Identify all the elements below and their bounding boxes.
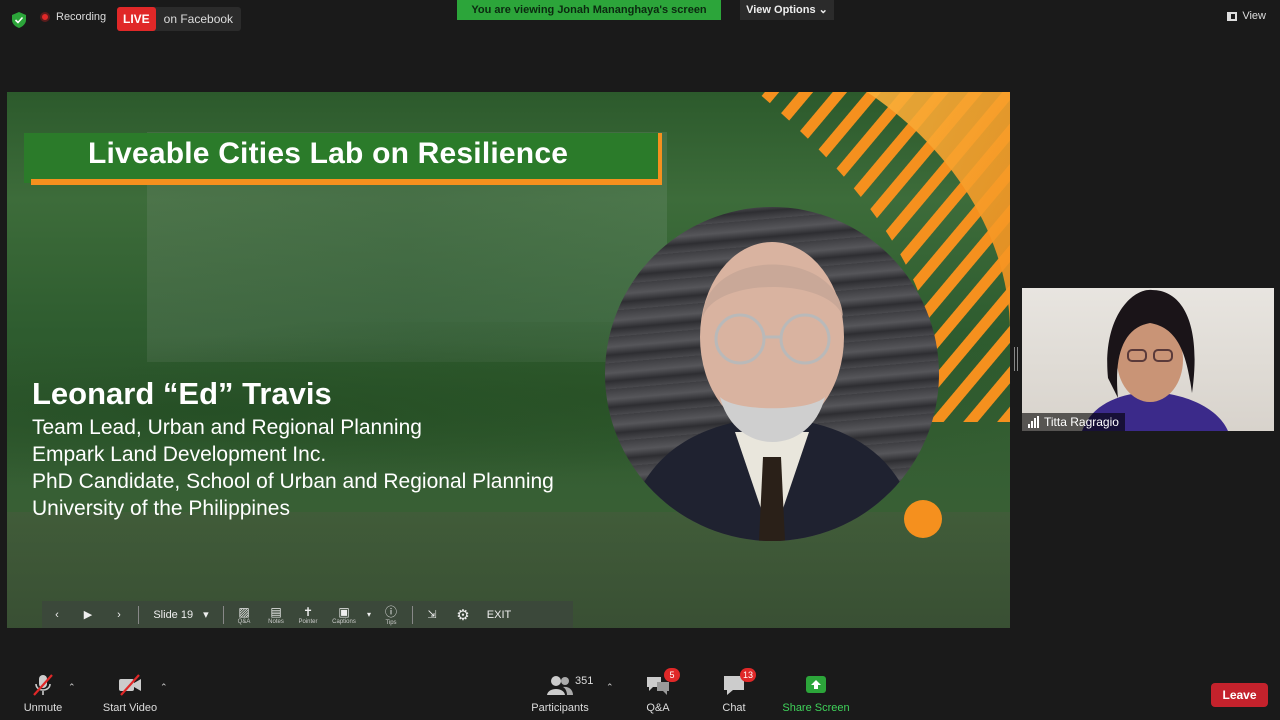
pointer-tool-button[interactable]: ✝ Pointer	[292, 605, 324, 625]
notes-tool-button[interactable]: ▤ Notes	[260, 605, 292, 625]
view-label: View	[1242, 10, 1266, 22]
participant-video-thumbnail[interactable]: Titta Ragragio	[1022, 288, 1274, 431]
start-video-label: Start Video	[102, 702, 158, 714]
slide-title: Liveable Cities Lab on Resilience	[88, 137, 569, 170]
toolbar-divider	[138, 605, 139, 624]
chevron-down-icon: ▾	[203, 609, 209, 621]
signal-strength-icon	[1028, 416, 1039, 428]
qa-icon: 5	[645, 668, 680, 697]
participants-count: 351	[575, 675, 594, 687]
top-bar: Recording LIVE on Facebook You are viewi…	[0, 0, 1280, 40]
pointer-tool-label: Pointer	[298, 618, 318, 625]
captions-tool-button[interactable]: ▣ Captions	[324, 605, 364, 625]
slideshow-toolbar: ‹ ▶ › Slide 19 ▾ ▨ Q&A ▤ Notes ✝ Pointer…	[42, 601, 573, 628]
notes-icon: ▤	[270, 604, 282, 619]
gallery-view-icon	[1227, 11, 1238, 21]
speaker-title: Team Lead, Urban and Regional Planning	[32, 416, 422, 439]
participants-options-chevron-icon[interactable]: ⌃	[606, 682, 614, 693]
gear-icon[interactable]: ⚙	[447, 601, 479, 628]
participant-name: Titta Ragragio	[1044, 415, 1119, 429]
share-screen-label: Share Screen	[782, 702, 850, 714]
viewing-screen-banner: You are viewing Jonah Mananghaya's scree…	[457, 0, 721, 20]
share-screen-icon	[806, 676, 826, 693]
chat-badge: 13	[739, 668, 756, 682]
collapse-icon[interactable]: ⇲	[417, 601, 447, 628]
qa-tool-button[interactable]: ▨ Q&A	[228, 605, 260, 625]
slide-selector-label: Slide 19	[153, 608, 194, 621]
slide-selector[interactable]: Slide 19 ▾	[143, 601, 219, 628]
security-shield-icon[interactable]	[12, 12, 26, 28]
next-slide-button[interactable]: ›	[104, 601, 134, 628]
video-off-icon	[119, 674, 141, 696]
participant-name-tag: Titta Ragragio	[1022, 413, 1125, 431]
video-options-chevron-icon[interactable]: ⌃	[160, 682, 168, 693]
qa-button[interactable]: 5 Q&A	[636, 660, 680, 720]
chevron-down-icon: ⌄	[818, 4, 828, 16]
play-button[interactable]: ▶	[72, 601, 104, 628]
view-options-label: View Options	[746, 4, 816, 16]
chevron-down-icon[interactable]: ▾	[364, 601, 374, 628]
speaker-name: Leonard “Ed” Travis	[32, 376, 332, 411]
captions-icon: ▣	[338, 604, 350, 619]
live-stream-indicator[interactable]: LIVE on Facebook	[117, 7, 242, 31]
toolbar-divider	[223, 605, 224, 624]
panel-resize-handle[interactable]	[1014, 347, 1018, 371]
notes-tool-label: Notes	[268, 618, 284, 625]
view-options-button[interactable]: View Options ⌄	[740, 0, 834, 20]
record-icon	[40, 12, 50, 22]
chat-icon: 13	[721, 668, 756, 697]
speaker-company: Empark Land Development Inc.	[32, 443, 327, 466]
chat-label: Chat	[722, 702, 746, 714]
tips-tool-button[interactable]: ⓘ Tips	[374, 603, 408, 626]
start-video-button[interactable]: Start Video	[98, 660, 162, 720]
muted-microphone-icon	[33, 674, 53, 696]
leave-button[interactable]: Leave	[1211, 683, 1268, 707]
unmute-label: Unmute	[23, 702, 63, 714]
unmute-button[interactable]: Unmute	[16, 660, 70, 720]
meeting-controls-bar: Unmute ⌃ Start Video ⌃ 351 Participants …	[0, 660, 1280, 720]
info-icon: ⓘ	[384, 605, 397, 619]
recording-indicator[interactable]: Recording	[40, 11, 106, 23]
pointer-icon: ✝	[302, 604, 314, 619]
tips-tool-label: Tips	[385, 620, 397, 626]
participant-video	[1082, 289, 1228, 431]
exit-button[interactable]: EXIT	[479, 601, 519, 628]
participants-button[interactable]: 351 Participants	[528, 660, 593, 720]
shared-screen[interactable]: Liveable Cities Lab on Resilience Leonar…	[7, 92, 1010, 628]
live-badge: LIVE	[117, 7, 156, 31]
participants-label: Participants	[531, 702, 589, 714]
chat-button[interactable]: 13 Chat	[712, 660, 756, 720]
captions-tool-label: Captions	[332, 618, 356, 625]
qa-label: Q&A	[646, 702, 670, 714]
qa-icon: ▨	[238, 604, 250, 619]
toolbar-divider	[412, 605, 413, 624]
live-platform-label: on Facebook	[163, 12, 234, 26]
share-screen-button[interactable]: Share Screen	[780, 660, 852, 720]
qa-tool-label: Q&A	[237, 618, 251, 625]
recording-label: Recording	[56, 11, 107, 23]
participants-icon: 351	[547, 673, 593, 697]
view-button[interactable]: View	[1227, 10, 1266, 22]
previous-slide-button[interactable]: ‹	[42, 601, 72, 628]
speaker-university: University of the Philippines	[32, 497, 290, 520]
decorative-dot	[904, 500, 942, 538]
speaker-portrait	[605, 207, 939, 541]
speaker-education: PhD Candidate, School of Urban and Regio…	[32, 470, 554, 493]
title-underline	[31, 179, 662, 185]
audio-options-chevron-icon[interactable]: ⌃	[68, 682, 76, 693]
qa-badge: 5	[664, 668, 680, 682]
